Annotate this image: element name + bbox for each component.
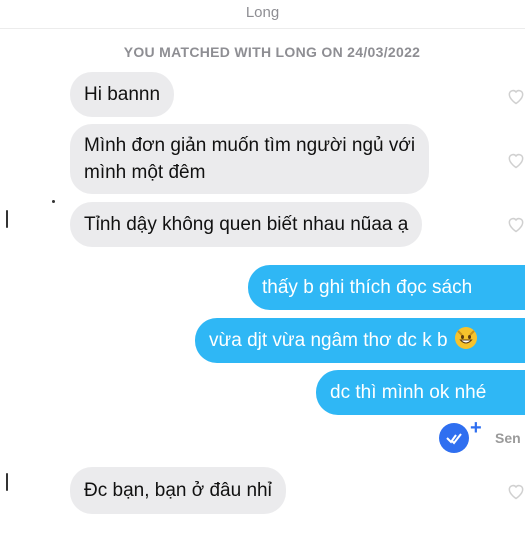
plus-icon[interactable]: + (470, 418, 482, 438)
edge-mark (6, 210, 8, 228)
message-text: Đc bạn, bạn ở đâu nhỉ (84, 480, 272, 501)
sent-status: Sen (495, 430, 521, 446)
edge-mark (52, 200, 55, 203)
chat-header: Long (0, 0, 525, 29)
incoming-message[interactable]: Mình đơn giản muốn tìm người ngủ với mìn… (70, 124, 430, 194)
incoming-message[interactable]: Đc bạn, bạn ở đâu nhỉ (70, 467, 286, 514)
heart-outline-icon[interactable] (506, 86, 525, 106)
incoming-message[interactable]: Tỉnh dậy không quen biết nhau nũaa ạ (70, 202, 423, 247)
edge-mark (6, 473, 8, 491)
outgoing-message[interactable]: vừa djt vừa ngâm thơ dc k b (195, 318, 525, 363)
message-text-line: Mình đơn giản muốn tìm người ngủ với (84, 135, 416, 156)
message-text: vừa djt vừa ngâm thơ dc k b (209, 330, 448, 351)
grinning-cat-emoji (454, 327, 477, 349)
contact-name[interactable]: Long (246, 4, 279, 21)
heart-outline-icon[interactable] (506, 150, 525, 170)
outgoing-message[interactable]: thấy b ghi thích đọc sách (248, 265, 525, 310)
message-text: Hi bannn (84, 84, 161, 105)
message-text-line: mình một đêm (84, 162, 206, 183)
matched-date-label: YOU MATCHED WITH LONG ON 24/03/2022 (123, 44, 421, 60)
message-text: Tỉnh dậy không quen biết nhau nũaa ạ (84, 214, 409, 235)
incoming-message[interactable]: Hi bannn (70, 72, 175, 117)
heart-outline-icon[interactable] (506, 214, 525, 234)
checkmark-circle-icon (439, 423, 469, 453)
message-text: thấy b ghi thích đọc sách (262, 277, 473, 298)
outgoing-message[interactable]: dc thì mình ok nhé (316, 370, 525, 415)
message-text: dc thì mình ok nhé (330, 382, 487, 403)
heart-outline-icon[interactable] (506, 481, 525, 501)
